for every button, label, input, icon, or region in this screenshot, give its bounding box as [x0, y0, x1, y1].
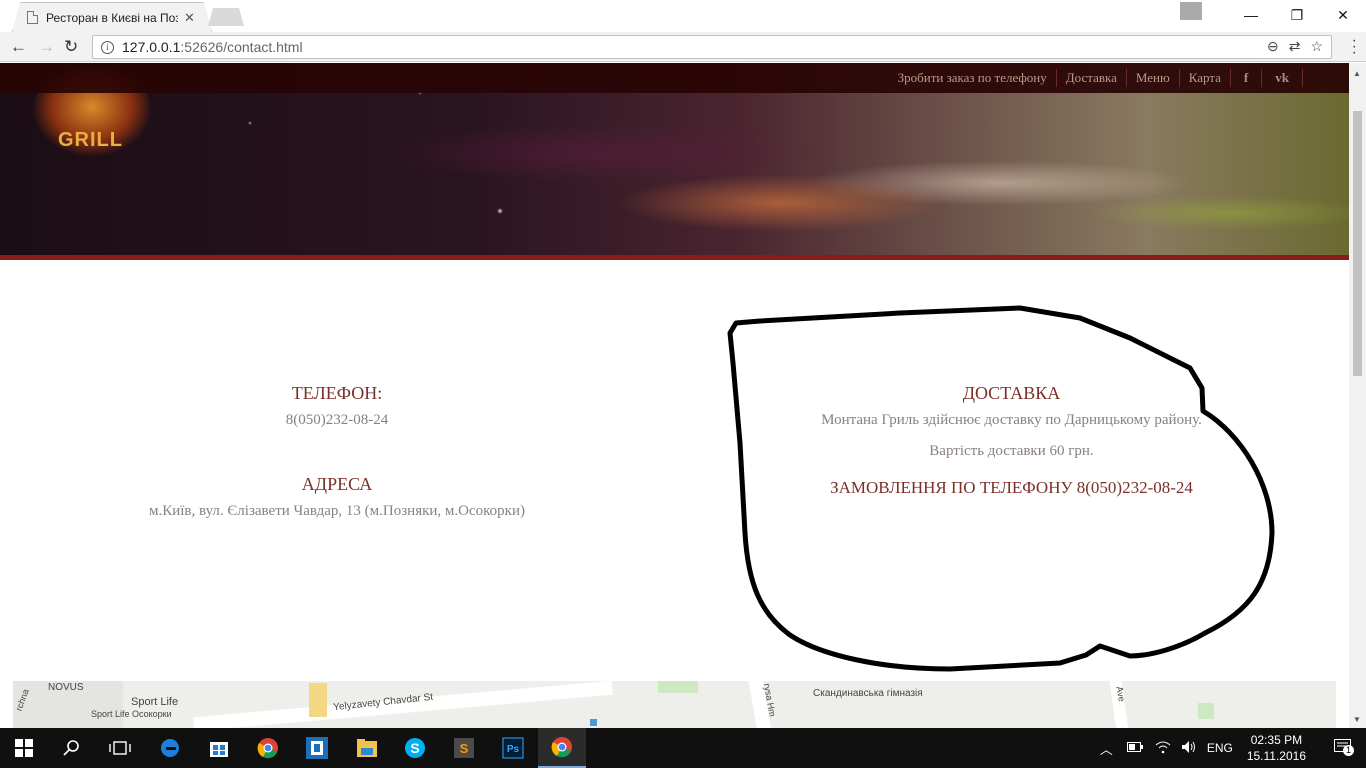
url-host: 127.0.0.1 [122, 39, 181, 55]
map-park [658, 681, 698, 693]
page-scrollbar[interactable]: ▲ ▼ [1349, 63, 1366, 728]
skype-icon[interactable]: S [403, 736, 427, 760]
vk-icon[interactable]: vk [1262, 69, 1303, 87]
chrome-icon[interactable] [256, 736, 280, 760]
top-navigation: Зробити заказ по телефону Доставка Меню … [0, 63, 1349, 93]
map-poi-marker[interactable] [590, 719, 597, 726]
windows-taskbar: S S Ps ︿ ENG 02:35 PM 15.11.2016 1 [0, 728, 1366, 768]
phone-value: 8(050)232-08-24 [285, 412, 389, 428]
reload-button[interactable]: ↻ [64, 37, 78, 57]
facebook-icon[interactable]: f [1231, 69, 1263, 87]
tab-close-icon[interactable]: ✕ [184, 10, 195, 26]
embedded-map[interactable]: rchna NOVUS Sport Life Sport Life Осокор… [13, 681, 1336, 728]
language-indicator[interactable]: ENG [1207, 741, 1233, 755]
logo-text: GRILL [58, 129, 123, 151]
start-icon[interactable] [12, 736, 36, 760]
bookmark-star-icon[interactable]: ☆ [1310, 38, 1323, 55]
address-bar[interactable]: i 127.0.0.1:52626/contact.html ⊖ ⇄ ☆ [92, 35, 1332, 59]
edge-icon[interactable] [158, 736, 182, 760]
map-label-ave: Ave [1114, 685, 1127, 703]
tab-title: Ресторан в Києві на Поз [46, 10, 178, 25]
header-divider [0, 255, 1349, 260]
delivery-heading: ДОСТАВКА [962, 383, 1061, 403]
forward-button[interactable]: → [38, 37, 55, 57]
browser-tabstrip: Ресторан в Києві на Поз ✕ — ❐ ✕ [0, 0, 1366, 32]
store-icon[interactable] [207, 736, 231, 760]
map-park [1198, 703, 1214, 719]
task-view-icon[interactable] [108, 736, 132, 760]
page-icon [27, 11, 38, 24]
delivery-cost-text: Вартість доставки 60 грн. [929, 443, 1094, 459]
svg-text:Ps: Ps [507, 744, 520, 755]
search-icon[interactable] [60, 736, 84, 760]
profile-icon[interactable] [1180, 2, 1202, 20]
omnibox-icons: ⊖ ⇄ ☆ [1267, 38, 1323, 55]
scroll-up-icon[interactable]: ▲ [1353, 69, 1361, 78]
nav-delivery[interactable]: Доставка [1057, 69, 1127, 87]
new-tab-button[interactable] [208, 8, 244, 26]
notification-count-badge: 1 [1343, 744, 1354, 756]
clock[interactable]: 02:35 PM 15.11.2016 [1247, 732, 1306, 764]
delivery-area-text: Монтана Гриль здійснює доставку по Дарни… [821, 412, 1202, 428]
system-tray: ︿ ENG 02:35 PM 15.11.2016 1 [1100, 728, 1366, 768]
map-label-gymnasium: Скандинавська гімназія [813, 688, 923, 699]
photoshop-icon[interactable]: Ps [501, 736, 525, 760]
zoom-icon[interactable]: ⊖ [1267, 38, 1279, 55]
app-icon[interactable] [305, 736, 329, 760]
sublime-text-icon[interactable]: S [452, 736, 476, 760]
nav-menu[interactable]: Меню [1127, 69, 1180, 87]
contact-section: ТЕЛЕФОН: 8(050)232-08-24 АДРЕСА м.Київ, … [0, 381, 674, 520]
address-value: м.Київ, вул. Єлізавети Чавдар, 13 (м.Поз… [148, 503, 525, 519]
battery-icon[interactable] [1126, 741, 1143, 755]
window-controls: — ❐ ✕ [1180, 0, 1366, 30]
page-viewport: GRILL Зробити заказ по телефону Доставка… [0, 63, 1349, 728]
address-heading: АДРЕСА [301, 474, 373, 494]
map-road-major [309, 683, 327, 717]
file-explorer-icon[interactable] [355, 736, 379, 760]
close-window-button[interactable]: ✕ [1320, 7, 1366, 24]
svg-text:S: S [460, 741, 469, 756]
show-hidden-icons-icon[interactable]: ︿ [1100, 739, 1113, 758]
network-icon[interactable] [1155, 740, 1171, 757]
phone-heading: ТЕЛЕФОН: [291, 383, 383, 403]
scrollbar-thumb[interactable] [1353, 111, 1362, 376]
volume-icon[interactable] [1181, 740, 1197, 757]
svg-text:S: S [410, 740, 419, 756]
url-text: 127.0.0.1:52626/contact.html [122, 39, 303, 55]
map-label-sport-life-osokorky: Sport Life Осокорки [91, 709, 172, 719]
translate-icon[interactable]: ⇄ [1289, 38, 1301, 55]
browser-toolbar: ← → ↻ i 127.0.0.1:52626/contact.html ⊖ ⇄… [0, 32, 1366, 62]
clock-date: 15.11.2016 [1246, 749, 1306, 763]
browser-tab[interactable]: Ресторан в Києві на Поз ✕ [12, 2, 212, 32]
map-label-novus: NOVUS [48, 682, 84, 693]
url-path: :52626/contact.html [180, 39, 303, 55]
nav-order-by-phone[interactable]: Зробити заказ по телефону [889, 69, 1057, 87]
order-phone-heading: ЗАМОВЛЕННЯ ПО ТЕЛЕФОНУ 8(050)232-08-24 [830, 478, 1193, 497]
delivery-section: ДОСТАВКА Монтана Гриль здійснює доставку… [674, 381, 1349, 498]
restore-button[interactable]: ❐ [1274, 7, 1320, 24]
clock-time: 02:35 PM [1250, 733, 1303, 747]
chrome-active-icon[interactable] [538, 728, 586, 768]
browser-menu-icon[interactable]: · · · [1352, 33, 1357, 61]
map-label-sport-life: Sport Life [131, 696, 179, 708]
back-button[interactable]: ← [10, 37, 27, 57]
scroll-down-icon[interactable]: ▼ [1353, 715, 1361, 724]
notification-center-icon[interactable]: 1 [1334, 738, 1354, 758]
site-info-icon[interactable]: i [101, 40, 114, 54]
nav-map[interactable]: Карта [1180, 69, 1231, 87]
minimize-button[interactable]: — [1228, 7, 1274, 23]
